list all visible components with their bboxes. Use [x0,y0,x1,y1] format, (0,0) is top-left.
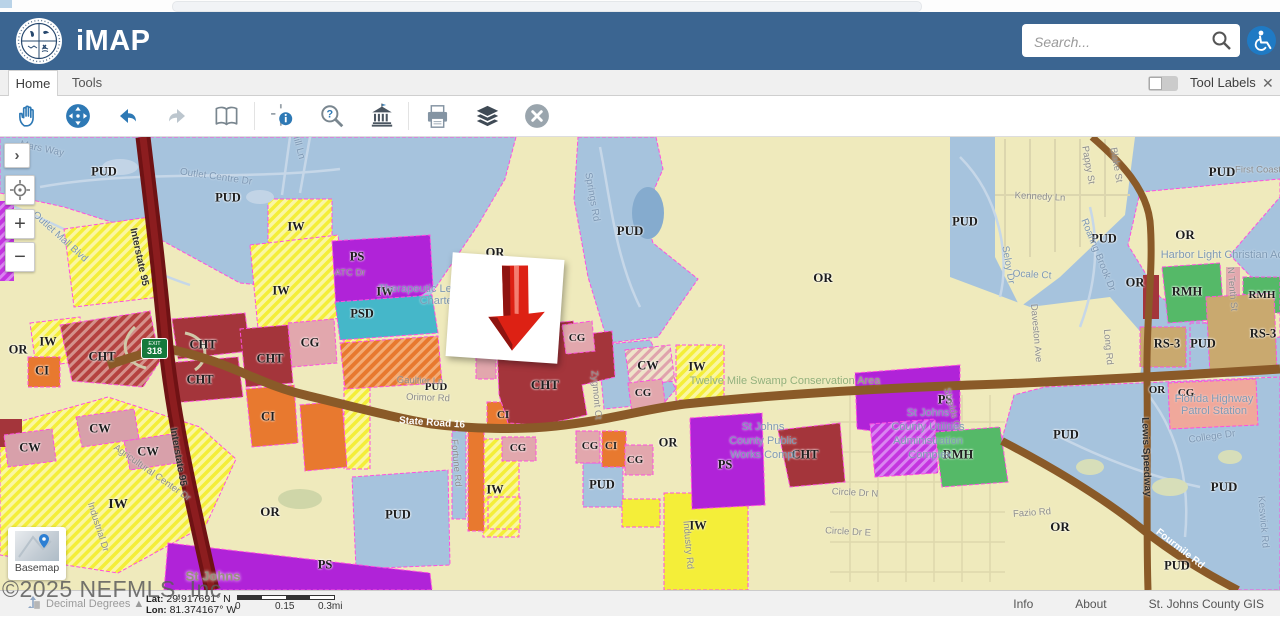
credits-link[interactable]: St. Johns County GIS [1149,597,1264,611]
clear-button[interactable] [519,98,555,134]
location-arrow-annotation [446,252,565,364]
toolbar-separator [408,102,409,130]
tab-tools[interactable]: Tools [62,70,112,96]
longitude-readout: Lon:81.374167° W [146,604,236,616]
zoom-out-button[interactable]: − [5,242,35,272]
layers-icon [474,103,501,130]
forward-arrow-icon [165,104,189,128]
red-arrow-icon [446,252,565,364]
book-icon [213,103,240,130]
info-link[interactable]: Info [1013,597,1033,611]
government-building-icon [369,103,395,129]
zoning-map [0,137,1280,590]
identify-button[interactable] [265,98,301,134]
wheelchair-icon [1247,26,1276,55]
browser-strip [0,0,1280,12]
search-input[interactable] [1032,24,1206,59]
hand-icon [15,103,41,129]
locate-button[interactable] [5,175,35,205]
svg-text:?: ? [327,109,334,121]
clear-circle-icon [524,103,550,129]
app-header: iMAP [0,12,1280,70]
scale-bar [237,595,335,600]
map-canvas[interactable]: PUDPUDIWPSIWIWPSDORIWCICHTCHTCGCHTCHTCIC… [0,137,1280,590]
map-pin-icon [15,531,59,561]
search-box[interactable] [1022,24,1240,57]
mls-watermark: ©2025 NEFMLS, Inc [2,576,222,603]
print-button[interactable] [419,98,455,134]
layers-button[interactable] [469,98,505,134]
bookmarks-button[interactable] [208,98,244,134]
close-icon[interactable]: ✕ [1262,70,1274,96]
search-icon[interactable] [1211,30,1232,51]
about-link[interactable]: About [1075,597,1106,611]
county-seal-logo [16,18,62,64]
query-button[interactable]: ? [314,98,350,134]
tool-labels-toggle[interactable] [1148,76,1178,91]
printer-icon [424,103,451,130]
sidebar-expand-button[interactable]: › [4,143,30,168]
browser-tab-nub [0,0,12,8]
pan-tool-button[interactable] [10,98,46,134]
back-arrow-icon [116,104,140,128]
public-services-button[interactable] [364,98,400,134]
accessibility-button[interactable] [1247,26,1276,55]
zoom-in-button[interactable]: + [5,209,35,239]
browser-urlbar [172,1,922,12]
app-title: iMAP [76,25,151,58]
next-extent-button[interactable] [159,98,195,134]
tool-labels-label: Tool Labels [1190,70,1256,96]
tab-home[interactable]: Home [8,70,58,96]
basemap-button[interactable]: Basemap [8,527,66,580]
full-extent-icon [65,103,91,129]
toggle-knob [1149,77,1162,90]
locate-icon [10,180,30,200]
map-toolbar: ? [0,96,1280,137]
tab-bar: Home Tools Tool Labels ✕ [0,70,1280,96]
identify-icon [270,103,296,129]
query-magnifier-icon: ? [319,103,345,129]
previous-extent-button[interactable] [110,98,146,134]
basemap-label: Basemap [8,562,66,574]
basemap-thumbnail [15,531,59,561]
zoom-extent-button[interactable] [60,98,96,134]
footer-links: Info About St. Johns County GIS [1013,591,1264,617]
exit-318-sign: EXIT 318 [141,338,168,359]
toolbar-separator [254,102,255,130]
